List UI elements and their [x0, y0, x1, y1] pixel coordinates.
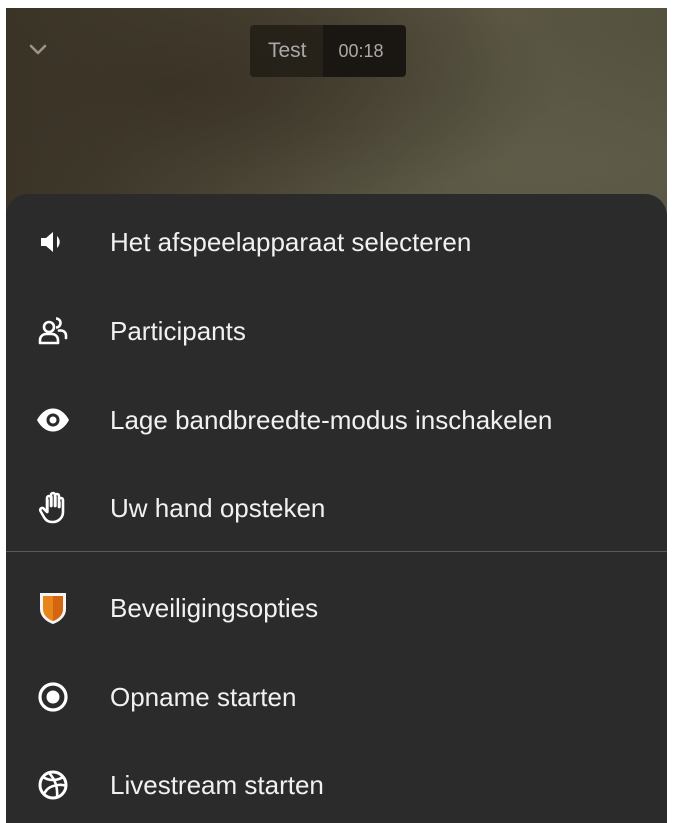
speaker-icon [36, 225, 70, 259]
app-frame: Test 00:18 Het afspeelapparaat selectere… [6, 8, 667, 823]
globe-icon [36, 768, 70, 802]
menu-item-low-bandwidth[interactable]: Lage bandbreedte-modus inschakelen [6, 380, 667, 460]
menu-item-participants[interactable]: Participants [6, 291, 667, 371]
shield-icon [36, 591, 70, 625]
menu-item-raise-hand[interactable]: Uw hand opsteken [6, 468, 667, 548]
meeting-timer: 00:18 [322, 25, 406, 77]
meeting-title-pill: Test 00:18 [250, 25, 406, 77]
eye-icon [36, 403, 70, 437]
menu-divider [6, 551, 667, 552]
meeting-name: Test [250, 25, 323, 77]
record-icon [36, 680, 70, 714]
menu-item-label: Participants [110, 315, 246, 346]
menu-item-livestream[interactable]: Livestream starten [6, 745, 667, 823]
menu-item-label: Beveiligingsopties [110, 592, 319, 623]
menu-item-label: Livestream starten [110, 769, 324, 800]
menu-item-label: Opname starten [110, 681, 297, 712]
menu-item-recording[interactable]: Opname starten [6, 657, 667, 737]
menu-item-label: Het afspeelapparaat selecteren [110, 226, 472, 257]
hand-icon [36, 491, 70, 525]
overflow-menu-sheet: Het afspeelapparaat selecteren Participa… [6, 194, 667, 823]
participants-icon [36, 314, 70, 348]
chevron-down-icon[interactable] [26, 38, 50, 62]
menu-item-security[interactable]: Beveiligingsopties [6, 568, 667, 648]
menu-item-label: Lage bandbreedte-modus inschakelen [110, 404, 553, 435]
menu-item-audio-device[interactable]: Het afspeelapparaat selecteren [6, 202, 667, 282]
menu-item-label: Uw hand opsteken [110, 492, 326, 523]
